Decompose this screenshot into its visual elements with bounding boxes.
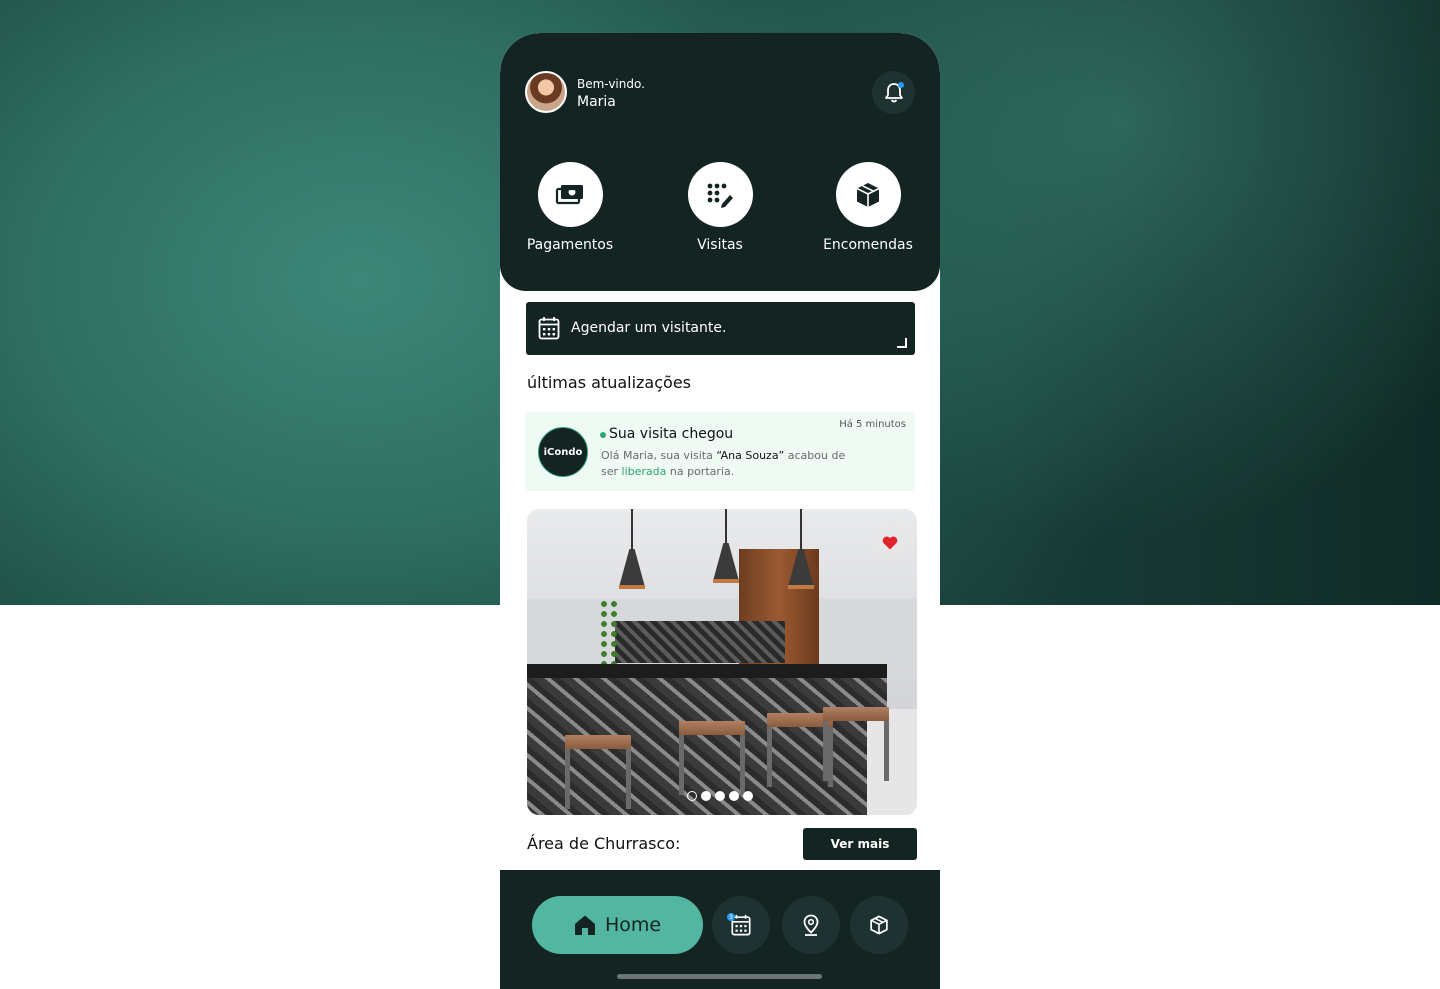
carousel-dot[interactable] [715, 791, 725, 801]
carousel-dot[interactable] [701, 791, 711, 801]
status-text: liberada [621, 465, 667, 478]
notification-title: Sua visita chegou [609, 426, 734, 442]
unread-dot [600, 432, 606, 438]
bottom-nav: Home 3 [500, 870, 940, 989]
icondo-logo: iCondo [538, 427, 588, 477]
visitor-name: “Ana Souza” [716, 449, 785, 462]
user-name: Maria [577, 94, 616, 110]
notification-card[interactable]: iCondo Há 5 minutos Sua visita chegou Ol… [525, 412, 915, 491]
nav-home-button[interactable]: Home [532, 896, 703, 954]
quick-action-label: Pagamentos [526, 237, 614, 253]
schedule-visitor-button[interactable]: Agendar um visitante. [526, 302, 915, 355]
header: Bem-vindo. Maria Pagamentos Visitas Enco… [500, 33, 940, 291]
favorite-button[interactable] [873, 526, 907, 560]
carousel-dot[interactable] [729, 791, 739, 801]
quick-action-encomendas[interactable]: Encomendas [808, 162, 928, 253]
area-title: Área de Churrasco: [527, 834, 681, 853]
package-icon [870, 915, 888, 935]
quick-action-visitas[interactable]: Visitas [660, 162, 780, 253]
nav-home-label: Home [604, 914, 662, 936]
home-indicator [617, 974, 822, 979]
calendar-badge: 3 [727, 913, 735, 921]
carousel-dots [687, 791, 753, 801]
welcome-text: Bem-vindo. [577, 77, 645, 91]
nav-calendar-button[interactable]: 3 [712, 896, 770, 954]
phone-screen: Bem-vindo. Maria Pagamentos Visitas Enco… [500, 33, 940, 989]
quick-action-pagamentos[interactable]: Pagamentos [510, 162, 630, 253]
package-icon [856, 182, 880, 207]
avatar[interactable] [525, 71, 567, 113]
nav-location-button[interactable] [782, 896, 840, 954]
notification-time: Há 5 minutos [839, 419, 906, 430]
area-photo[interactable] [527, 509, 917, 815]
nav-package-button[interactable] [850, 896, 908, 954]
schedule-visitor-label: Agendar um visitante. [571, 320, 727, 336]
see-more-button[interactable]: Ver mais [803, 828, 917, 860]
keypad-edit-icon [707, 183, 733, 208]
quick-action-label: Visitas [697, 237, 743, 253]
updates-title: últimas atualizações [527, 373, 691, 392]
notification-badge [898, 82, 904, 88]
location-pin-icon [803, 914, 819, 936]
corner-arrow-icon [897, 338, 907, 348]
heart-icon [882, 536, 898, 550]
quick-action-label: Encomendas [823, 237, 913, 253]
carousel-dot[interactable] [687, 791, 697, 801]
money-icon [555, 184, 583, 204]
home-icon [574, 915, 595, 935]
notification-body: Olá Maria, sua visita “Ana Souza” acabou… [601, 449, 846, 478]
calendar-icon [538, 317, 560, 340]
notifications-button[interactable] [872, 71, 915, 114]
carousel-dot[interactable] [743, 791, 753, 801]
